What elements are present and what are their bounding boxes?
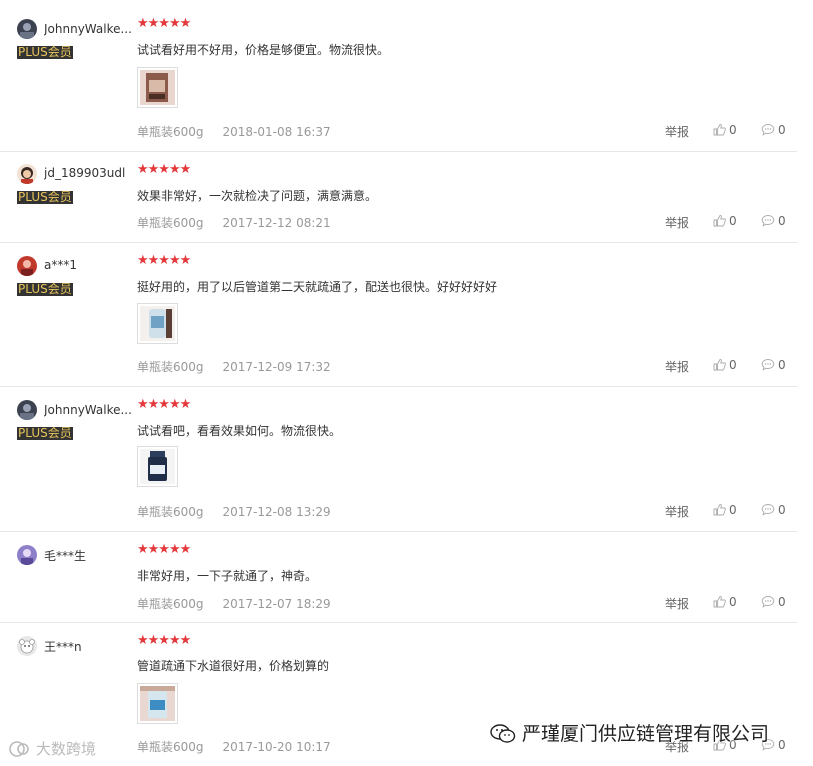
product-variant: 单瓶装600g xyxy=(137,597,204,611)
review-text: 非常好用，一下子就通了，神奇。 xyxy=(137,569,318,583)
review-date: 2017-10-20 10:17 xyxy=(222,740,331,754)
report-link[interactable]: 举报 xyxy=(665,214,689,231)
username[interactable]: JohnnyWalke... xyxy=(44,22,134,36)
plus-member-badge: PLUS会员 xyxy=(17,190,73,204)
like-count: 0 xyxy=(729,214,737,228)
thumbs-up-icon xyxy=(713,214,726,230)
review-photo-thumbnail[interactable] xyxy=(137,683,178,724)
company-watermark-text: 严瑾厦门供应链管理有限公司 xyxy=(522,723,770,745)
like-button[interactable]: 0 xyxy=(713,358,737,374)
star-rating: ★★★★★ xyxy=(137,633,191,648)
review-photo-thumbnail[interactable] xyxy=(137,303,178,344)
review-item: JohnnyWalke... PLUS会员 ★★★★★ 试试看好用不好用，价格是… xyxy=(0,0,797,152)
comment-count: 0 xyxy=(778,358,786,372)
review-meta: 单瓶装600g 2017-10-20 10:17 xyxy=(137,738,331,755)
thumbs-up-icon xyxy=(713,595,726,611)
thumbs-up-icon xyxy=(713,123,726,139)
comment-bubble-icon xyxy=(761,214,775,230)
star-rating: ★★★★★ xyxy=(137,397,191,412)
thumbs-up-icon xyxy=(713,358,726,374)
comment-count: 0 xyxy=(778,123,786,137)
comment-button[interactable]: 0 xyxy=(761,214,786,230)
review-item: jd_189903udl PLUS会员 ★★★★★ 效果非常好，一次就检决了问题… xyxy=(0,152,797,243)
like-button[interactable]: 0 xyxy=(713,595,737,611)
brand-watermark-text: 大数跨境 xyxy=(36,740,97,758)
comment-bubble-icon xyxy=(761,123,775,139)
comment-count: 0 xyxy=(778,595,786,609)
plus-member-badge: PLUS会员 xyxy=(17,45,73,59)
review-date: 2017-12-12 08:21 xyxy=(222,216,331,230)
review-item: JohnnyWalke... PLUS会员 ★★★★★ 试试看吧，看看效果如何。… xyxy=(0,387,797,532)
review-photo-thumbnail[interactable] xyxy=(137,67,178,108)
review-text: 管道疏通下水道很好用，价格划算的 xyxy=(137,659,330,673)
like-count: 0 xyxy=(729,595,737,609)
review-text: 试试看吧，看看效果如何。物流很快。 xyxy=(137,424,342,438)
comment-button[interactable]: 0 xyxy=(761,123,786,139)
report-link[interactable]: 举报 xyxy=(665,503,689,520)
avatar[interactable] xyxy=(17,400,37,420)
review-meta: 单瓶装600g 2018-01-08 16:37 xyxy=(137,123,331,140)
report-link[interactable]: 举报 xyxy=(665,358,689,375)
comment-count: 0 xyxy=(778,738,786,752)
thumbs-up-icon xyxy=(713,503,726,519)
username[interactable]: 毛***生 xyxy=(44,547,134,564)
avatar[interactable] xyxy=(17,256,37,276)
product-variant: 单瓶装600g xyxy=(137,740,204,754)
review-date: 2017-12-07 18:29 xyxy=(222,597,331,611)
product-variant: 单瓶装600g xyxy=(137,125,204,139)
like-button[interactable]: 0 xyxy=(713,123,737,139)
brand-watermark: 大数跨境 xyxy=(8,738,96,762)
review-date: 2017-12-08 13:29 xyxy=(222,505,331,519)
company-watermark: 严瑾厦门供应链管理有限公司 xyxy=(490,719,769,749)
comment-bubble-icon xyxy=(761,595,775,611)
comment-bubble-icon xyxy=(761,358,775,374)
review-meta: 单瓶装600g 2017-12-09 17:32 xyxy=(137,358,331,375)
avatar[interactable] xyxy=(17,164,37,184)
review-meta: 单瓶装600g 2017-12-12 08:21 xyxy=(137,214,331,231)
star-rating: ★★★★★ xyxy=(137,542,191,557)
star-rating: ★★★★★ xyxy=(137,16,191,31)
product-variant: 单瓶装600g xyxy=(137,505,204,519)
like-button[interactable]: 0 xyxy=(713,214,737,230)
plus-member-badge: PLUS会员 xyxy=(17,282,73,296)
report-link[interactable]: 举报 xyxy=(665,123,689,140)
review-photo-thumbnail[interactable] xyxy=(137,446,178,487)
review-item: a***1 PLUS会员 ★★★★★ 挺好用的，用了以后管道第二天就疏通了，配送… xyxy=(0,243,797,387)
like-count: 0 xyxy=(729,503,737,517)
comment-count: 0 xyxy=(778,214,786,228)
report-link[interactable]: 举报 xyxy=(665,595,689,612)
review-text: 试试看好用不好用，价格是够便宜。物流很快。 xyxy=(137,43,390,57)
username[interactable]: 王***n xyxy=(44,638,134,655)
star-rating: ★★★★★ xyxy=(137,253,191,268)
avatar[interactable] xyxy=(17,19,37,39)
review-date: 2018-01-08 16:37 xyxy=(222,125,331,139)
review-meta: 单瓶装600g 2017-12-07 18:29 xyxy=(137,595,331,612)
comment-bubble-icon xyxy=(761,503,775,519)
username[interactable]: jd_189903udl xyxy=(44,166,134,180)
review-text: 效果非常好，一次就检决了问题，满意满意。 xyxy=(137,189,378,203)
comment-button[interactable]: 0 xyxy=(761,503,786,519)
review-date: 2017-12-09 17:32 xyxy=(222,360,331,374)
star-rating: ★★★★★ xyxy=(137,162,191,177)
product-variant: 单瓶装600g xyxy=(137,216,204,230)
review-text: 挺好用的，用了以后管道第二天就疏通了，配送也很快。好好好好好 xyxy=(137,280,498,294)
plus-member-badge: PLUS会员 xyxy=(17,426,73,440)
avatar[interactable] xyxy=(17,636,37,656)
comment-button[interactable]: 0 xyxy=(761,358,786,374)
product-variant: 单瓶装600g xyxy=(137,360,204,374)
comment-count: 0 xyxy=(778,503,786,517)
like-count: 0 xyxy=(729,123,737,137)
review-meta: 单瓶装600g 2017-12-08 13:29 xyxy=(137,503,331,520)
avatar[interactable] xyxy=(17,545,37,565)
comment-button[interactable]: 0 xyxy=(761,595,786,611)
username[interactable]: a***1 xyxy=(44,258,134,272)
like-count: 0 xyxy=(729,358,737,372)
brand-logo-icon xyxy=(8,740,30,762)
wechat-icon xyxy=(490,724,516,749)
like-button[interactable]: 0 xyxy=(713,503,737,519)
username[interactable]: JohnnyWalke... xyxy=(44,403,134,417)
review-item: 毛***生 ★★★★★ 非常好用，一下子就通了，神奇。 单瓶装600g 2017-… xyxy=(0,532,797,623)
